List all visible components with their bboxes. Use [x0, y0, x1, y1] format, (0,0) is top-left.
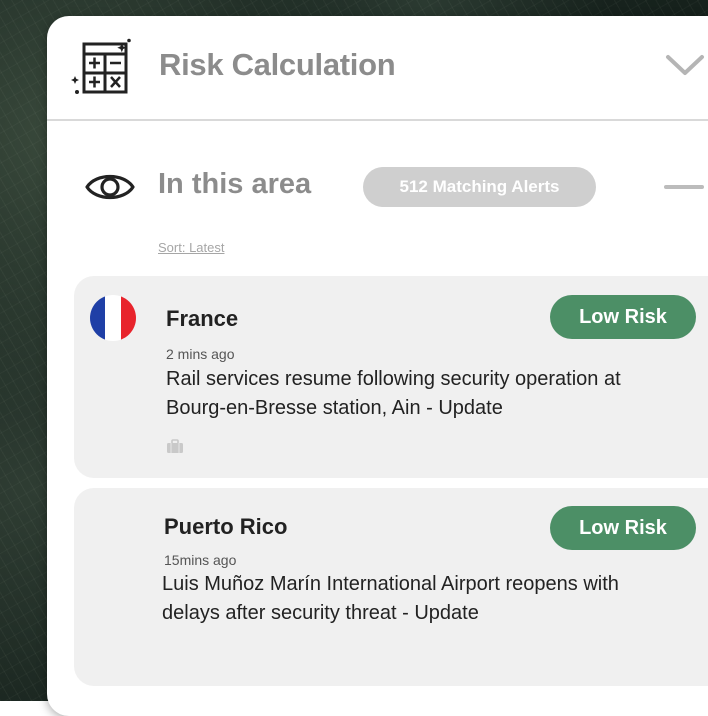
alert-card[interactable]: France 2 mins ago Rail services resume f… [74, 276, 708, 478]
france-flag-icon [90, 295, 136, 341]
chevron-down-icon[interactable] [665, 52, 705, 78]
alert-time: 2 mins ago [166, 346, 235, 362]
matching-alerts-badge[interactable]: 512 Matching Alerts [363, 167, 596, 207]
alert-time: 15mins ago [164, 552, 237, 568]
calculator-icon [71, 38, 131, 94]
risk-badge: Low Risk [550, 295, 696, 339]
alert-card[interactable]: Puerto Rico 15mins ago Luis Muñoz Marín … [74, 488, 708, 686]
eye-icon [85, 174, 135, 200]
alert-country: France [166, 306, 239, 331]
briefcase-icon [167, 439, 183, 453]
area-section-header: In this area 512 Matching Alerts [47, 156, 708, 216]
risk-panel: Risk Calculation In this area 512 Matchi… [47, 16, 708, 716]
alert-description: Luis Muñoz Marín International Airport r… [162, 573, 619, 624]
panel-title: Risk Calculation [159, 47, 396, 82]
panel-header[interactable]: Risk Calculation [47, 16, 708, 121]
alert-country: Puerto Rico [164, 514, 288, 539]
area-title: In this area [158, 168, 312, 200]
collapse-icon[interactable] [664, 185, 704, 189]
risk-badge: Low Risk [550, 506, 696, 550]
sort-link[interactable]: Sort: Latest [158, 240, 224, 255]
alert-description: Rail services resume following security … [166, 368, 621, 419]
